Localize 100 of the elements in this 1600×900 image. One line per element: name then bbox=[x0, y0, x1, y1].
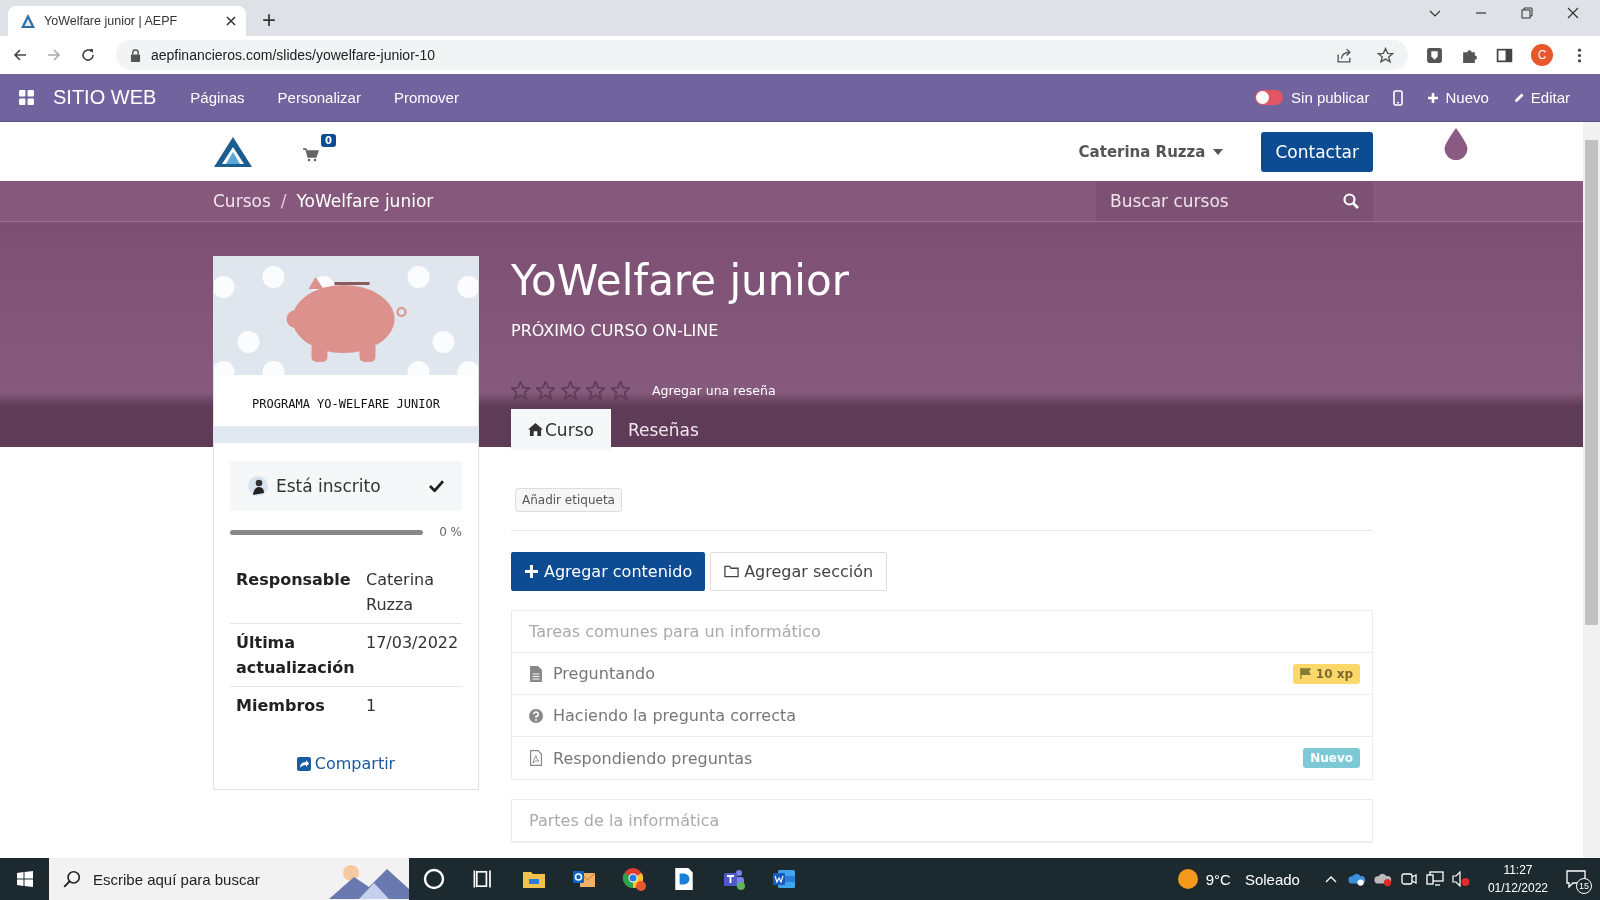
menu-item[interactable]: Promover bbox=[393, 89, 459, 106]
menu-item[interactable]: Personalizar bbox=[277, 89, 361, 106]
xp-badge: 10 xp bbox=[1292, 663, 1360, 684]
url-text: aepfinancieros.com/slides/yowelfare-junior-10 bbox=[151, 47, 436, 63]
course-tab[interactable]: Curso bbox=[511, 409, 611, 450]
section-title: Partes de la informática bbox=[512, 800, 1372, 842]
teams-icon[interactable] bbox=[722, 867, 746, 891]
menu-item[interactable]: Páginas bbox=[190, 89, 245, 106]
lock-icon bbox=[130, 48, 141, 62]
empty-star-icon bbox=[536, 380, 555, 400]
avatar-icon bbox=[248, 476, 268, 496]
scrollbar[interactable] bbox=[1583, 122, 1600, 858]
cortana-icon[interactable] bbox=[422, 867, 446, 891]
course-title: YoWelfare junior bbox=[511, 256, 850, 306]
pdf-icon bbox=[529, 750, 543, 766]
cart-count-badge: 0 bbox=[321, 133, 336, 147]
new-button[interactable]: Nuevo bbox=[1427, 89, 1489, 106]
close-icon[interactable] bbox=[226, 16, 236, 26]
plus-icon bbox=[524, 565, 539, 578]
empty-star-icon bbox=[511, 380, 530, 400]
profile-avatar[interactable]: C bbox=[1531, 44, 1553, 66]
lesson-row[interactable]: Haciendo la pregunta correcta bbox=[512, 695, 1372, 737]
side-panel-icon[interactable] bbox=[1496, 46, 1513, 64]
tab-title: YoWelfare junior | AEPF bbox=[44, 14, 179, 28]
reload-icon[interactable] bbox=[80, 47, 96, 63]
info-label: Última actualización bbox=[235, 632, 356, 679]
share-icon bbox=[296, 756, 311, 771]
info-label: Responsable bbox=[235, 569, 352, 591]
breadcrumb-separator: / bbox=[280, 191, 287, 211]
clock-time[interactable]: 11:27 bbox=[1503, 861, 1533, 879]
question-icon bbox=[529, 707, 543, 724]
check-icon bbox=[429, 480, 444, 492]
enrolled-label: Está inscrito bbox=[276, 476, 382, 496]
publish-toggle[interactable] bbox=[1255, 90, 1284, 105]
speaker-muted-icon[interactable] bbox=[1451, 871, 1470, 887]
info-value: Caterina Ruzza bbox=[366, 569, 436, 616]
cart-icon[interactable] bbox=[303, 147, 319, 162]
empty-star-icon bbox=[611, 380, 630, 400]
new-tab-button[interactable]: + bbox=[262, 6, 276, 34]
camera-icon[interactable] bbox=[1399, 871, 1418, 887]
browser-tab[interactable]: YoWelfare junior | AEPF bbox=[8, 6, 246, 36]
add-content-button[interactable]: Agregar contenido bbox=[511, 552, 706, 591]
breadcrumb-item[interactable]: YoWelfare junior bbox=[296, 191, 434, 211]
lesson-title: Preguntando bbox=[553, 664, 656, 683]
notification-count: 15 bbox=[1576, 878, 1592, 894]
home-icon bbox=[528, 423, 543, 436]
lesson-title: Respondiendo preguntas bbox=[553, 748, 753, 768]
info-value: 1 bbox=[366, 695, 378, 717]
back-icon[interactable] bbox=[12, 47, 28, 63]
logo-icon bbox=[20, 13, 36, 29]
user-menu[interactable]: Caterina Ruzza bbox=[1078, 142, 1224, 161]
share-icon[interactable] bbox=[1336, 46, 1353, 64]
section-title: Tareas comunes para un informático bbox=[512, 611, 1372, 653]
share-link[interactable]: Compartir bbox=[230, 754, 462, 773]
restore-icon[interactable] bbox=[1520, 6, 1534, 20]
document-icon bbox=[529, 665, 543, 682]
close-icon[interactable] bbox=[1566, 6, 1580, 20]
contact-button[interactable]: Contactar bbox=[1261, 131, 1373, 172]
address-field[interactable]: aepfinancieros.com/slides/yowelfare-junior-10 bbox=[116, 40, 1408, 70]
star-icon[interactable] bbox=[1377, 46, 1394, 64]
pencil-icon bbox=[1512, 91, 1525, 104]
chrome-icon[interactable] bbox=[622, 867, 646, 891]
add-review-link[interactable]: Agregar una reseña bbox=[652, 382, 776, 398]
search-field[interactable]: Buscar cursos bbox=[1096, 181, 1373, 221]
drop-icon bbox=[1444, 128, 1468, 160]
new-badge: Nuevo bbox=[1303, 748, 1360, 768]
lesson-row[interactable]: Respondiendo preguntas Nuevo bbox=[512, 737, 1372, 779]
edit-button[interactable]: Editar bbox=[1512, 89, 1570, 106]
breadcrumb-item[interactable]: Cursos bbox=[213, 191, 271, 211]
cloud-icon[interactable] bbox=[1347, 871, 1366, 887]
cloud-error-icon[interactable] bbox=[1373, 871, 1392, 887]
document-app-icon[interactable] bbox=[672, 867, 696, 891]
mobile-preview-icon[interactable] bbox=[1393, 89, 1404, 106]
sun-icon bbox=[1177, 869, 1198, 889]
info-value: 17/03/2022 bbox=[366, 632, 460, 654]
course-subtitle: PRÓXIMO CURSO ON-LINE bbox=[511, 321, 720, 340]
cover-caption: PROGRAMA YO-WELFARE JUNIOR bbox=[251, 396, 441, 413]
app-title[interactable]: SITIO WEB bbox=[53, 86, 157, 109]
add-section-button[interactable]: Agregar sección bbox=[710, 552, 888, 591]
info-label: Miembros bbox=[235, 695, 326, 717]
empty-star-icon bbox=[586, 380, 605, 400]
clock-date[interactable]: 01/12/2022 bbox=[1487, 879, 1548, 897]
weather-label: Soleado bbox=[1244, 870, 1300, 888]
network-icon[interactable] bbox=[1425, 871, 1444, 887]
publish-label: Sin publicar bbox=[1291, 89, 1370, 106]
flag-icon bbox=[1299, 668, 1311, 679]
plus-icon bbox=[1427, 91, 1440, 104]
progress-label: 0 % bbox=[439, 525, 462, 539]
lesson-title: Haciendo la pregunta correcta bbox=[553, 706, 797, 725]
search-icon[interactable] bbox=[1343, 193, 1359, 209]
shield-icon[interactable] bbox=[1426, 46, 1443, 64]
word-icon[interactable] bbox=[772, 867, 796, 891]
add-tag-button[interactable]: Añadir etiqueta bbox=[515, 488, 622, 512]
logo-icon[interactable] bbox=[213, 135, 253, 168]
course-tab[interactable]: Reseñas bbox=[610, 409, 716, 450]
start-icon[interactable] bbox=[17, 871, 33, 887]
caret-icon bbox=[1213, 148, 1224, 155]
folder-icon bbox=[724, 565, 740, 578]
apps-icon[interactable] bbox=[18, 89, 35, 106]
lesson-row[interactable]: Preguntando 10 xp bbox=[512, 653, 1372, 695]
